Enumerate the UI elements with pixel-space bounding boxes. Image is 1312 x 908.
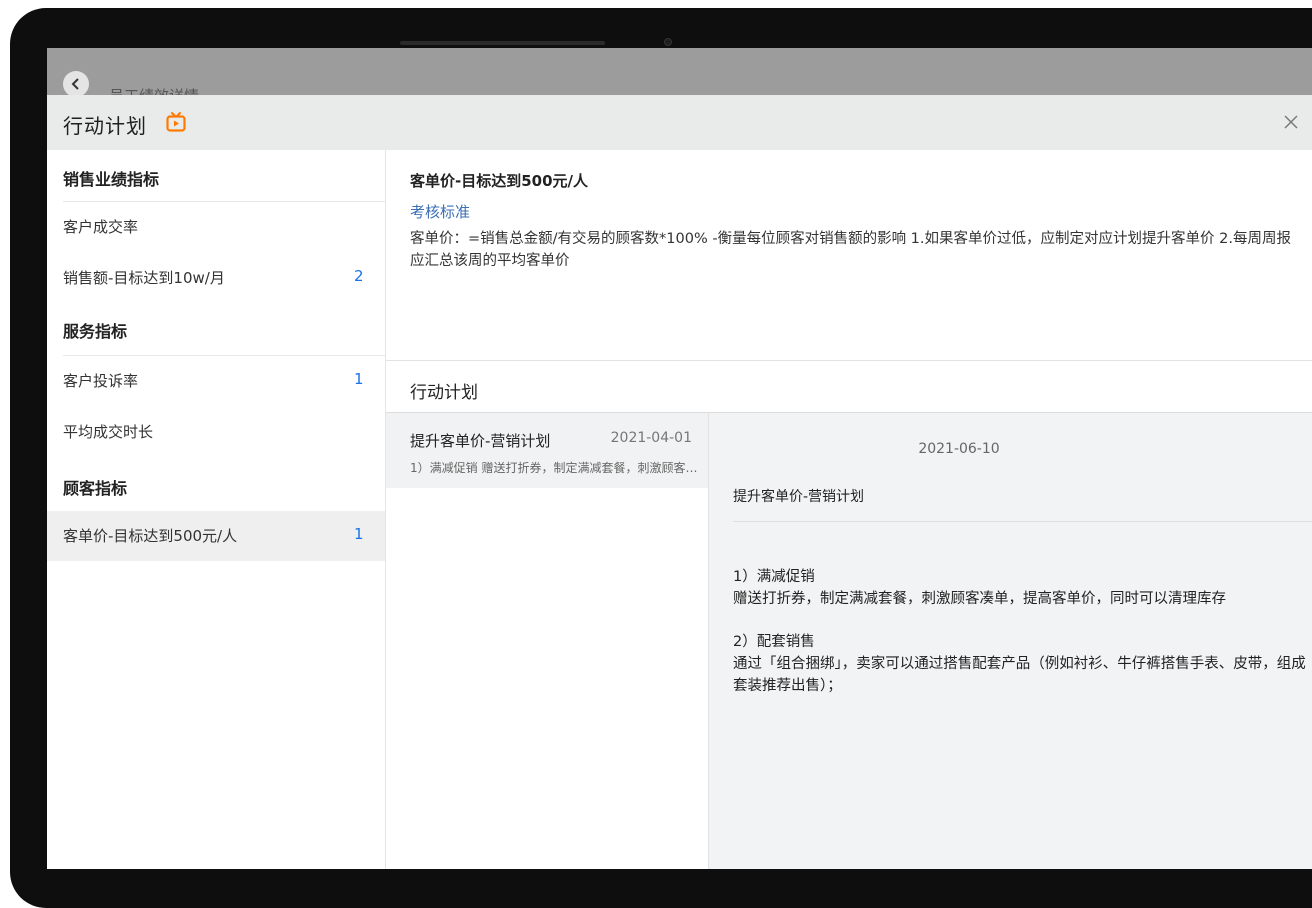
metric-sidebar: 销售业绩指标 客户成交率 销售额-目标达到10w/月 2 服务指标 客户投诉率 …	[47, 150, 386, 869]
sidebar-item-label: 客户成交率	[63, 218, 139, 236]
section-divider	[386, 360, 1312, 361]
plan-detail: 2021-06-10 提升客单价-营销计划 1）满减促销 赠送打折券，制定满减套…	[709, 413, 1312, 869]
detail-body: 1）满减促销 赠送打折券，制定满减套餐，刺激顾客凑单，提高客单价，同时可以清理库…	[733, 566, 1312, 718]
close-icon	[1284, 115, 1298, 129]
tv-icon[interactable]	[165, 111, 187, 133]
standard-text: 客单价：=销售总金额/有交易的顾客数*100% -衡量每位顾客对销售额的影响 1…	[410, 231, 1291, 269]
group-heading: 顾客指标	[63, 479, 128, 498]
detail-title: 提升客单价-营销计划	[733, 489, 865, 505]
back-arrow-icon	[71, 78, 79, 90]
detail-date: 2021-06-10	[918, 441, 1000, 457]
detail-point-heading: 1）满减促销	[733, 569, 815, 585]
back-button[interactable]	[63, 71, 89, 97]
standard-label: 考核标准	[410, 203, 471, 221]
sidebar-item-avg-deal-time[interactable]: 平均成交时长	[47, 407, 385, 457]
sidebar-item-sales-amount[interactable]: 销售额-目标达到10w/月 2	[47, 253, 385, 303]
plan-item-summary: 1）满减促销 赠送打折券，制定满减套餐，刺激顾客凑单，提高客单价	[410, 461, 700, 475]
bezel-glare	[400, 41, 605, 45]
detail-divider	[733, 521, 1312, 522]
plan-item-date: 2021-04-01	[610, 430, 692, 446]
plan-count-badge: 1	[354, 370, 364, 388]
plan-list: 提升客单价-营销计划 2021-04-01 1）满减促销 赠送打折券，制定满减套…	[386, 413, 709, 869]
plan-count-badge: 1	[354, 525, 364, 543]
sidebar-item-customer-conversion[interactable]: 客户成交率	[47, 202, 385, 252]
sidebar-item-label: 销售额-目标达到10w/月	[63, 269, 225, 287]
detail-point-text: 赠送打折券，制定满减套餐，刺激顾客凑单，提高客单价，同时可以清理库存	[733, 591, 1226, 607]
panel-title: 行动计划	[63, 114, 147, 138]
plan-item-title: 提升客单价-营销计划	[410, 432, 551, 450]
detail-point-text: 通过「组合捆绑」，卖家可以通过搭售配套产品（例如衬衫、牛仔裤搭售手表、皮带，组成…	[733, 656, 1306, 694]
close-button[interactable]	[1280, 111, 1302, 133]
group-heading: 销售业绩指标	[63, 170, 160, 189]
panel-header: 行动计划	[47, 95, 1312, 150]
background-page-header: 员工绩效详情	[47, 48, 1312, 105]
group-heading: 服务指标	[63, 322, 128, 341]
plan-list-item[interactable]: 提升客单价-营销计划 2021-04-01 1）满减促销 赠送打折券，制定满减套…	[386, 413, 708, 488]
camera-dot	[664, 38, 672, 46]
metric-title: 客单价-目标达到500元/人	[410, 172, 589, 190]
sidebar-item-label: 客户投诉率	[63, 372, 139, 390]
sidebar-item-complaint-rate[interactable]: 客户投诉率 1	[47, 356, 385, 406]
sidebar-item-label: 客单价-目标达到500元/人	[63, 527, 238, 545]
main-content: 客单价-目标达到500元/人 考核标准 客单价：=销售总金额/有交易的顾客数*1…	[386, 150, 1312, 869]
plans-heading: 行动计划	[410, 383, 478, 403]
sidebar-item-label: 平均成交时长	[63, 423, 154, 441]
sidebar-item-avg-order-value[interactable]: 客单价-目标达到500元/人 1	[47, 511, 385, 561]
plan-count-badge: 2	[354, 267, 364, 285]
detail-point-heading: 2）配套销售	[733, 634, 815, 650]
screen: 员工绩效详情 行动计划 销售业绩指标 客户成交率 销售额-目标达到10w/月 2…	[47, 48, 1312, 869]
